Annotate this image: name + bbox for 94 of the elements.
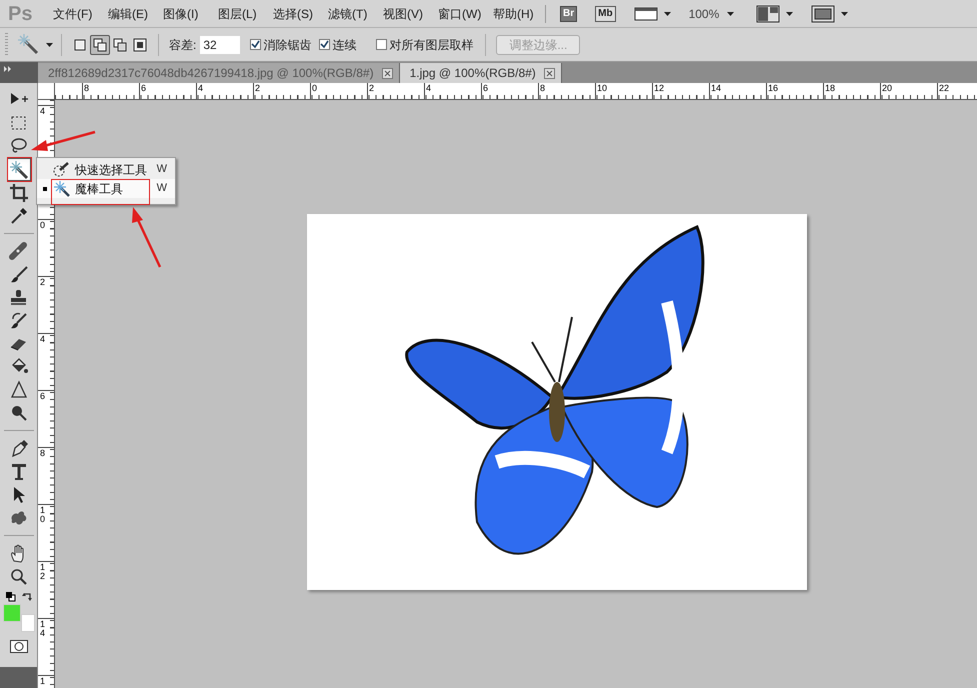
checkbox[interactable]: [319, 39, 330, 50]
app-logo: Ps: [8, 2, 34, 26]
ruler-number: 6: [483, 83, 488, 93]
ruler-number: 4: [198, 83, 204, 93]
arrange-documents-icon[interactable]: [756, 4, 780, 22]
view-extras-icon[interactable]: [634, 6, 658, 22]
crop-icon: [8, 182, 28, 202]
ruler-number: 22: [939, 83, 950, 93]
ruler-number: 2: [40, 278, 45, 287]
default-colors-icon[interactable]: [6, 592, 16, 602]
annotation-arrow: [31, 130, 96, 151]
ruler-number: 14: [711, 83, 722, 93]
ruler-number: 10: [597, 83, 608, 93]
selection-mode-icon: [92, 36, 108, 52]
checkbox-label[interactable]: 连续: [332, 36, 356, 54]
tab-label: 1.jpg @ 100%(RGB/8#): [410, 65, 536, 82]
caret-icon[interactable]: [46, 42, 53, 46]
ruler-number: 20: [882, 83, 892, 93]
background-color-swatch[interactable]: [20, 614, 34, 632]
ruler-number: 2: [369, 83, 374, 93]
ruler-number: 18: [825, 83, 836, 93]
menu-item[interactable]: 帮助(H): [488, 4, 543, 22]
ruler-number: 16: [768, 83, 778, 93]
caret-icon[interactable]: [841, 12, 848, 16]
tab-label: 2ff812689d2317c76048db4267199418.jpg @ 100%(RGB/8#): [48, 65, 374, 82]
quick-mask-icon[interactable]: [10, 640, 28, 653]
magic-wand-icon[interactable]: [18, 34, 40, 56]
menu-item[interactable]: 快速选择工具 W: [37, 160, 175, 179]
foreground-color-swatch[interactable]: [2, 604, 20, 622]
zoom-icon: [8, 566, 28, 586]
caret-icon[interactable]: [664, 12, 671, 16]
quick-selection-icon: [53, 160, 71, 178]
menu-item[interactable]: 文件(F): [48, 4, 103, 22]
menu-item-label: 魔棒工具: [75, 180, 123, 198]
ruler-number: 4: [426, 83, 432, 93]
check-icon: [320, 40, 330, 49]
tool-button[interactable]: [6, 158, 30, 181]
shortcut-label: W: [156, 162, 167, 178]
menu-item[interactable]: 编辑(E): [103, 4, 158, 22]
tolerance-input[interactable]: 32: [200, 36, 240, 54]
ruler-number: 6: [40, 392, 45, 401]
menu-item-label: 快速选择工具: [75, 162, 147, 178]
ruler-number: 8: [540, 83, 546, 93]
menu-item[interactable]: 图层(L): [213, 4, 268, 22]
caret-icon[interactable]: [727, 12, 734, 16]
close-icon[interactable]: [544, 68, 555, 78]
document-tab[interactable]: 1.jpg @ 100%(RGB/8#): [400, 63, 562, 83]
ruler-number: 10: [40, 506, 45, 524]
selection-mode-icon: [72, 36, 88, 52]
menu-item[interactable]: 选择(S): [268, 4, 323, 22]
ruler-number: 6: [141, 83, 146, 93]
selection-mode-icon: [112, 36, 128, 52]
ruler-number: 0: [40, 221, 45, 230]
zoom-level[interactable]: 100%: [688, 4, 720, 22]
selection-mode-icon: [132, 36, 148, 52]
menu-item[interactable]: 视图(V): [378, 4, 433, 22]
brush-icon: [8, 264, 28, 284]
ruler-number: 8: [40, 449, 45, 458]
history-brush-icon: [8, 310, 28, 330]
triangle-icon: [8, 380, 28, 400]
caret-icon[interactable]: [786, 12, 794, 16]
launcher-button[interactable]: Br: [560, 6, 578, 22]
bandage-icon: [8, 242, 28, 262]
expand-icon[interactable]: [4, 66, 12, 72]
eyedropper-icon: [8, 206, 28, 226]
ruler-number: 0: [312, 83, 318, 93]
swap-colors-icon[interactable]: [22, 592, 32, 602]
checkbox-label[interactable]: 对所有图层取样: [389, 36, 474, 54]
screen-mode-icon[interactable]: [811, 4, 836, 22]
magic-wand-icon: [53, 180, 71, 198]
launcher-button[interactable]: Mb: [595, 6, 616, 22]
close-icon[interactable]: [382, 68, 393, 78]
checkbox[interactable]: [250, 39, 262, 50]
menu-item[interactable]: 魔棒工具 W: [37, 179, 175, 198]
ruler-number: 14: [40, 620, 45, 638]
ruler-number: 4: [40, 107, 45, 116]
menu-item[interactable]: 滤镜(T): [323, 4, 378, 22]
menu-item[interactable]: 图像(I): [158, 4, 213, 22]
ruler-number: 12: [654, 83, 664, 93]
bullet-icon: [43, 186, 47, 190]
annotation-arrow: [132, 207, 162, 268]
ruler-number: 2: [255, 83, 260, 93]
check-icon: [251, 40, 260, 49]
ruler-number: 8: [84, 83, 90, 93]
selection-mode-button[interactable]: [90, 34, 110, 54]
tolerance-label: 容差:: [169, 36, 196, 54]
menu-item[interactable]: 窗口(W): [433, 4, 488, 22]
ruler-number: 12: [40, 563, 45, 581]
stamp-icon: [8, 288, 28, 308]
shortcut-label: W: [156, 181, 167, 196]
checkbox[interactable]: [376, 39, 388, 50]
ruler-number: 1: [40, 677, 45, 686]
checkbox-label[interactable]: 消除锯齿: [263, 36, 312, 54]
ruler-number: 4: [40, 335, 45, 344]
